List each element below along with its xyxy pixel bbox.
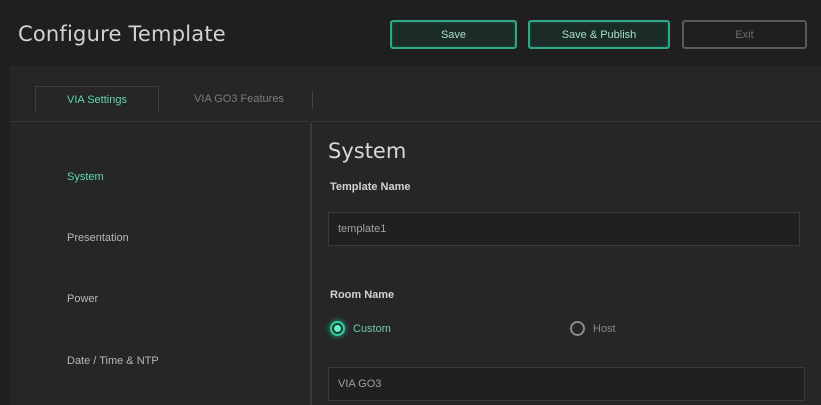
page-title: Configure Template: [18, 22, 226, 46]
save-and-publish-button[interactable]: Save & Publish: [528, 20, 670, 49]
radio-custom[interactable]: Custom: [330, 321, 391, 336]
header: Configure Template Save Save & Publish E…: [0, 0, 821, 66]
room-name-label: Room Name: [330, 289, 395, 301]
sidebar-item-date-time-ntp[interactable]: Date / Time & NTP: [67, 355, 159, 367]
configure-template-page: Configure Template Save Save & Publish E…: [0, 0, 821, 405]
exit-button[interactable]: Exit: [682, 20, 807, 49]
radio-host-circle[interactable]: [570, 321, 585, 336]
radio-custom-circle[interactable]: [330, 321, 345, 336]
tab-via-settings[interactable]: VIA Settings: [35, 86, 159, 112]
tab-separator: [312, 92, 313, 108]
section-title: System: [328, 139, 407, 163]
tab-bar: VIA Settings VIA GO3 Features: [10, 66, 821, 122]
sidebar-item-power[interactable]: Power: [67, 293, 98, 305]
save-button[interactable]: Save: [390, 20, 517, 49]
tab-via-go3-features[interactable]: VIA GO3 Features: [166, 86, 312, 112]
main-content: System Template Name Room Name Custom Ho…: [312, 123, 821, 405]
room-name-input[interactable]: [328, 367, 805, 401]
radio-host-label: Host: [593, 322, 616, 335]
sidebar-item-presentation[interactable]: Presentation: [67, 232, 129, 244]
sidebar: System Presentation Power Date / Time & …: [10, 123, 310, 405]
radio-custom-label: Custom: [353, 322, 391, 335]
sidebar-item-system[interactable]: System: [67, 171, 104, 183]
settings-panel: VIA Settings VIA GO3 Features System Pre…: [10, 66, 821, 405]
template-name-input[interactable]: [328, 212, 800, 246]
template-name-label: Template Name: [330, 181, 411, 193]
radio-host[interactable]: Host: [570, 321, 616, 336]
